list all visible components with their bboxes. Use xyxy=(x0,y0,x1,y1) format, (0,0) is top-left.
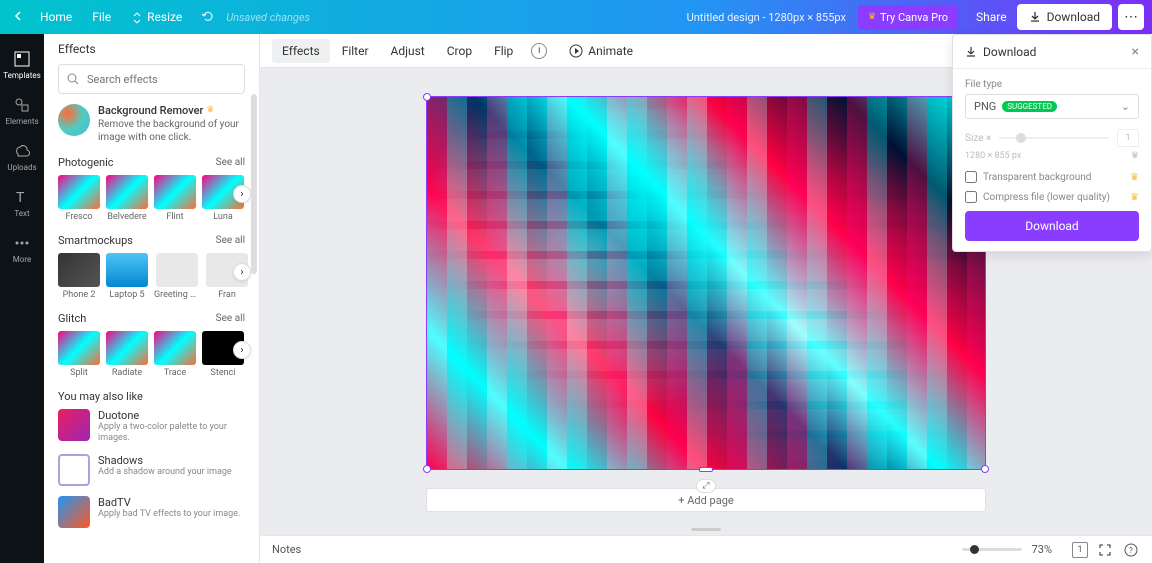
crown-icon: ♛ xyxy=(206,105,214,117)
effect-flint[interactable]: Flint xyxy=(154,175,196,222)
download-confirm-button[interactable]: Download xyxy=(965,211,1139,241)
chevron-down-icon: ⌄ xyxy=(1121,100,1130,113)
effect-shadows[interactable]: ShadowsAdd a shadow around your image xyxy=(58,454,245,486)
effect-badtv[interactable]: BadTVApply bad TV effects to your image. xyxy=(58,496,245,528)
effect-belvedere[interactable]: Belvedere xyxy=(106,175,148,222)
next-glitch[interactable]: › xyxy=(233,341,251,359)
resize-handle[interactable] xyxy=(981,465,989,473)
crown-icon: ♛ xyxy=(1131,151,1139,161)
bg-remover-item[interactable]: Background Remover♛ Remove the backgroun… xyxy=(58,104,245,144)
bg-remover-icon xyxy=(58,104,90,136)
tool-animate[interactable]: Animate xyxy=(569,44,633,58)
download-button[interactable]: Download xyxy=(1017,4,1112,30)
zoom-slider[interactable] xyxy=(962,548,1022,551)
next-smartmockups[interactable]: › xyxy=(233,263,251,281)
svg-text:T: T xyxy=(16,190,25,206)
tool-crop[interactable]: Crop xyxy=(437,39,482,63)
section-photogenic: Photogenic xyxy=(58,156,114,169)
panel-scrollbar[interactable] xyxy=(251,94,257,274)
footer-bar: Notes 73% 1 ? xyxy=(260,535,1152,563)
home-button[interactable]: Home xyxy=(30,4,82,30)
tool-effects[interactable]: Effects xyxy=(272,39,330,63)
fullscreen-icon[interactable] xyxy=(1096,541,1114,559)
resize-button[interactable]: Resize xyxy=(121,4,192,30)
top-bar: Home File Resize Unsaved changes Untitle… xyxy=(0,0,1152,34)
effect-split[interactable]: Split xyxy=(58,331,100,378)
close-icon[interactable]: × xyxy=(1132,44,1139,60)
effect-trace[interactable]: Trace xyxy=(154,331,196,378)
seeall-photogenic[interactable]: See all xyxy=(216,157,245,168)
resize-handle[interactable] xyxy=(423,465,431,473)
add-page-button[interactable]: ⤢ + Add page xyxy=(426,488,986,512)
undo-button[interactable] xyxy=(192,5,222,30)
download-panel: Download × File type PNG SUGGESTED ⌄ Size… xyxy=(952,34,1152,252)
effects-panel: Effects Background Remover♛ Remove the b… xyxy=(44,34,260,563)
search-input[interactable] xyxy=(58,64,245,94)
section-smartmockups: Smartmockups xyxy=(58,234,133,247)
effect-radiate[interactable]: Radiate xyxy=(106,331,148,378)
canvas-area: Effects Filter Adjust Crop Flip i Animat… xyxy=(260,34,1152,563)
download-panel-title: Download xyxy=(983,45,1036,59)
mockup-laptop[interactable]: Laptop 5 xyxy=(106,253,148,300)
transparent-checkbox[interactable]: Transparent background♛ xyxy=(965,171,1139,183)
dimensions-text: 1280 × 855 px xyxy=(965,151,1021,161)
collapse-handle[interactable] xyxy=(686,525,726,533)
next-photogenic[interactable]: › xyxy=(233,185,251,203)
crown-icon: ♛ xyxy=(1130,192,1139,203)
size-slider[interactable] xyxy=(999,137,1109,139)
unsaved-status: Unsaved changes xyxy=(226,11,310,24)
filetype-label: File type xyxy=(965,79,1139,90)
canvas-image[interactable] xyxy=(426,96,986,470)
tool-flip[interactable]: Flip xyxy=(484,39,523,63)
suggested-badge: SUGGESTED xyxy=(1002,101,1057,112)
effect-fresco[interactable]: Fresco xyxy=(58,175,100,222)
tool-adjust[interactable]: Adjust xyxy=(381,39,435,63)
crown-icon: ♛ xyxy=(1130,172,1139,183)
left-nav: Templates Elements Uploads TText More xyxy=(0,34,44,563)
nav-text[interactable]: TText xyxy=(0,180,44,226)
size-label: Size × xyxy=(965,133,991,144)
seeall-glitch[interactable]: See all xyxy=(216,313,245,324)
file-menu[interactable]: File xyxy=(82,4,121,30)
nav-templates[interactable]: Templates xyxy=(0,42,44,88)
filetype-select[interactable]: PNG SUGGESTED ⌄ xyxy=(965,94,1139,119)
resize-handle[interactable] xyxy=(423,93,431,101)
tool-filter[interactable]: Filter xyxy=(332,39,379,63)
back-button[interactable] xyxy=(8,6,30,28)
mockup-phone[interactable]: Phone 2 xyxy=(58,253,100,300)
search-icon xyxy=(66,71,80,90)
document-title[interactable]: Untitled design - 1280px × 855px xyxy=(687,11,846,24)
zoom-value[interactable]: 73% xyxy=(1032,543,1052,556)
notes-button[interactable]: Notes xyxy=(272,543,301,556)
seeall-smartmockups[interactable]: See all xyxy=(216,235,245,246)
nav-more[interactable]: More xyxy=(0,226,44,272)
effect-duotone[interactable]: DuotoneApply a two-color palette to your… xyxy=(58,409,245,444)
size-value[interactable]: 1 xyxy=(1117,129,1139,147)
info-icon[interactable]: i xyxy=(531,43,547,59)
section-maylike: You may also like xyxy=(58,390,143,403)
resize-handle[interactable] xyxy=(699,467,713,472)
mockup-card[interactable]: Greeting car... xyxy=(154,253,200,300)
nav-elements[interactable]: Elements xyxy=(0,88,44,134)
crown-icon: ♛ xyxy=(868,12,876,22)
help-icon[interactable]: ? xyxy=(1122,541,1140,559)
panel-title: Effects xyxy=(44,34,259,64)
share-button[interactable]: Share xyxy=(966,4,1017,30)
nav-uploads[interactable]: Uploads xyxy=(0,134,44,180)
svg-text:?: ? xyxy=(1129,546,1133,555)
more-menu[interactable]: ⋯ xyxy=(1118,4,1144,30)
section-glitch: Glitch xyxy=(58,312,86,325)
compress-checkbox[interactable]: Compress file (lower quality)♛ xyxy=(965,191,1139,203)
try-pro-button[interactable]: ♛Try Canva Pro xyxy=(858,5,958,30)
page-actions-icon[interactable]: ⤢ xyxy=(696,479,715,493)
page-count-icon[interactable]: 1 xyxy=(1072,542,1088,558)
